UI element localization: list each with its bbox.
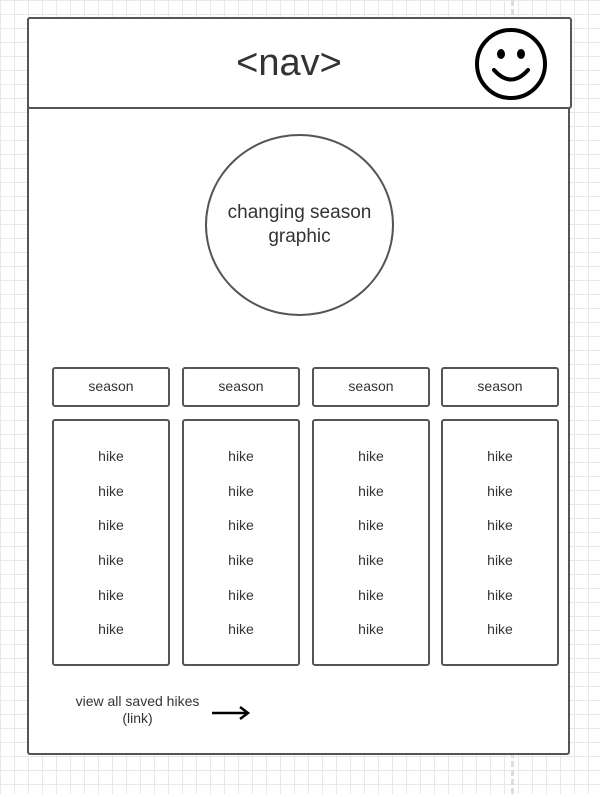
hike-item[interactable]: hike bbox=[443, 448, 557, 464]
smiley-face-icon[interactable] bbox=[474, 27, 548, 101]
nav-bar[interactable]: <nav> bbox=[27, 17, 572, 109]
view-saved-hikes-label: view all saved hikes bbox=[75, 693, 200, 709]
hike-list-4: hike hike hike hike hike hike bbox=[441, 419, 559, 666]
hike-item[interactable]: hike bbox=[54, 448, 168, 464]
hike-item[interactable]: hike bbox=[314, 587, 428, 603]
hike-item[interactable]: hike bbox=[184, 587, 298, 603]
hike-list-2: hike hike hike hike hike hike bbox=[182, 419, 300, 666]
hike-item[interactable]: hike bbox=[54, 552, 168, 568]
hike-item[interactable]: hike bbox=[184, 621, 298, 637]
hike-item[interactable]: hike bbox=[443, 483, 557, 499]
hike-item[interactable]: hike bbox=[314, 552, 428, 568]
hike-item[interactable]: hike bbox=[184, 448, 298, 464]
hike-item[interactable]: hike bbox=[54, 483, 168, 499]
hike-list-3: hike hike hike hike hike hike bbox=[312, 419, 430, 666]
hike-item[interactable]: hike bbox=[184, 483, 298, 499]
view-saved-hikes-sublabel: (link) bbox=[122, 710, 153, 726]
hike-item[interactable]: hike bbox=[314, 448, 428, 464]
hike-item[interactable]: hike bbox=[54, 621, 168, 637]
season-graphic: changing season graphic bbox=[205, 134, 394, 316]
hike-item[interactable]: hike bbox=[443, 552, 557, 568]
season-header-1[interactable]: season bbox=[52, 367, 170, 407]
hike-item[interactable]: hike bbox=[314, 621, 428, 637]
hike-item[interactable]: hike bbox=[184, 552, 298, 568]
hike-item[interactable]: hike bbox=[443, 587, 557, 603]
hike-item[interactable]: hike bbox=[54, 517, 168, 533]
hike-list-1: hike hike hike hike hike hike bbox=[52, 419, 170, 666]
view-saved-hikes-link[interactable]: view all saved hikes (link) bbox=[60, 693, 215, 727]
season-header-3[interactable]: season bbox=[312, 367, 430, 407]
hike-item[interactable]: hike bbox=[443, 621, 557, 637]
hike-item[interactable]: hike bbox=[443, 517, 557, 533]
hike-item[interactable]: hike bbox=[314, 517, 428, 533]
hike-item[interactable]: hike bbox=[184, 517, 298, 533]
arrow-right-icon[interactable] bbox=[210, 703, 252, 723]
hike-item[interactable]: hike bbox=[314, 483, 428, 499]
nav-label: <nav> bbox=[236, 41, 342, 84]
season-header-4[interactable]: season bbox=[441, 367, 559, 407]
season-graphic-label: changing season graphic bbox=[227, 202, 372, 247]
season-header-2[interactable]: season bbox=[182, 367, 300, 407]
hike-item[interactable]: hike bbox=[54, 587, 168, 603]
